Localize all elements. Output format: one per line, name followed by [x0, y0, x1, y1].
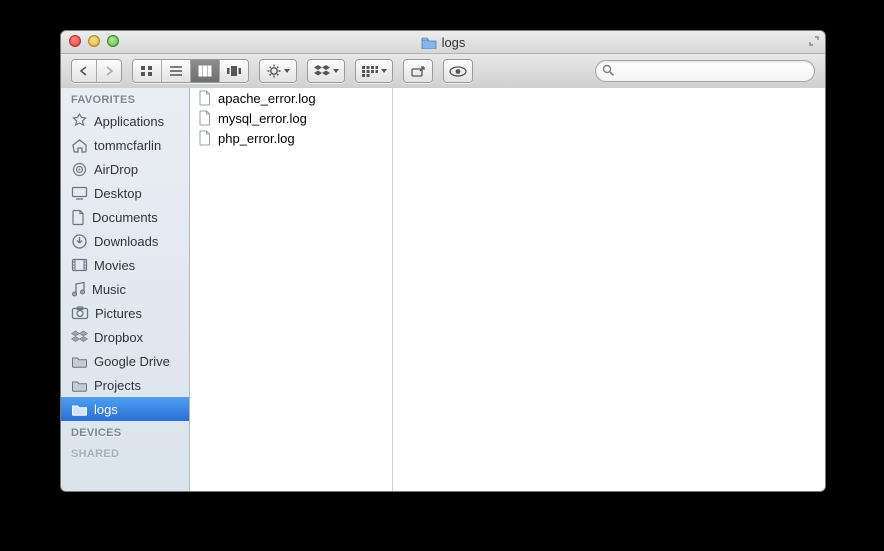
toolbar [61, 54, 825, 89]
home-icon [71, 138, 88, 153]
action-menu[interactable] [259, 59, 297, 83]
dropbox-icon [314, 65, 330, 77]
sidebar-item-google-drive[interactable]: Google Drive [61, 349, 189, 373]
document-icon [198, 130, 212, 146]
sidebar-item-label: Downloads [94, 234, 158, 249]
eye-icon [449, 66, 467, 77]
back-button[interactable] [72, 60, 96, 82]
music-icon [71, 281, 86, 298]
titlebar: logs [61, 31, 825, 54]
sidebar-item-movies[interactable]: Movies [61, 253, 189, 277]
desktop-icon [71, 186, 88, 200]
sidebar-item-applications[interactable]: Applications [61, 109, 189, 133]
zoom-window-button[interactable] [107, 35, 119, 47]
arrange-icon [362, 66, 378, 77]
share-button[interactable] [403, 59, 433, 83]
search-input[interactable] [595, 60, 815, 82]
sidebar-item-label: Music [92, 282, 126, 297]
search-icon [602, 64, 615, 77]
sidebar-item-airdrop[interactable]: AirDrop [61, 157, 189, 181]
columns-icon [198, 65, 212, 77]
sidebar-item-tommcfarlin[interactable]: tommcfarlin [61, 133, 189, 157]
sidebar-item-label: Movies [94, 258, 135, 273]
document-icon [198, 110, 212, 126]
window-title-text: logs [442, 35, 466, 50]
arrange-menu[interactable] [355, 59, 393, 83]
gear-icon [267, 64, 281, 78]
file-column: apache_error.log mysql_error.log php_error… [190, 88, 393, 491]
sidebar-item-label: Desktop [94, 186, 142, 201]
file-name: mysql_error.log [218, 111, 307, 126]
file-name: php_error.log [218, 131, 295, 146]
finder-window: logs [60, 30, 826, 492]
sidebar-item-label: Documents [92, 210, 158, 225]
sidebar-item-dropbox[interactable]: Dropbox [61, 325, 189, 349]
documents-icon [71, 209, 86, 226]
folder-icon [71, 403, 88, 416]
fullscreen-button[interactable] [808, 35, 820, 47]
sidebar-item-label: Projects [94, 378, 141, 393]
view-coverflow-button[interactable] [219, 60, 248, 82]
content-area: FAVORITES Applications tommcfarlin AirDrop… [61, 88, 825, 491]
folder-icon [71, 355, 88, 368]
list-icon [169, 65, 183, 77]
coverflow-icon [226, 65, 242, 77]
view-list-button[interactable] [161, 60, 190, 82]
pictures-icon [71, 306, 89, 320]
nav-controls [71, 59, 122, 83]
sidebar-item-pictures[interactable]: Pictures [61, 301, 189, 325]
sidebar-item-music[interactable]: Music [61, 277, 189, 301]
file-row[interactable]: mysql_error.log [190, 108, 392, 128]
preview-pane [393, 88, 825, 491]
chevron-left-icon [79, 66, 89, 76]
file-row[interactable]: php_error.log [190, 128, 392, 148]
sidebar-item-label: Dropbox [94, 330, 143, 345]
minimize-window-button[interactable] [88, 35, 100, 47]
sidebar-item-label: tommcfarlin [94, 138, 161, 153]
sidebar-item-desktop[interactable]: Desktop [61, 181, 189, 205]
search-field[interactable] [595, 60, 815, 82]
file-row[interactable]: apache_error.log [190, 88, 392, 108]
grid-icon [140, 65, 154, 77]
file-name: apache_error.log [218, 91, 316, 106]
sidebar-item-label: logs [94, 402, 118, 417]
sidebar-item-logs[interactable]: logs [61, 397, 189, 421]
view-icon-button[interactable] [133, 60, 161, 82]
sidebar-item-label: Google Drive [94, 354, 170, 369]
sidebar-item-label: Pictures [95, 306, 142, 321]
window-controls [69, 35, 119, 47]
sidebar-section-devices: DEVICES [61, 421, 189, 442]
sidebar: FAVORITES Applications tommcfarlin AirDrop… [61, 88, 190, 491]
sidebar-item-documents[interactable]: Documents [61, 205, 189, 229]
airdrop-icon [71, 161, 88, 178]
sidebar-section-favorites: FAVORITES [61, 88, 189, 109]
share-icon [411, 65, 425, 77]
sidebar-item-label: AirDrop [94, 162, 138, 177]
document-icon [198, 90, 212, 106]
folder-icon [421, 36, 437, 49]
dropbox-menu[interactable] [307, 59, 345, 83]
sidebar-item-label: Applications [94, 114, 164, 129]
movies-icon [71, 258, 88, 272]
applications-icon [71, 113, 88, 130]
dropbox-icon [71, 330, 88, 344]
view-mode-controls [132, 59, 249, 83]
quicklook-button[interactable] [443, 59, 473, 83]
sidebar-item-projects[interactable]: Projects [61, 373, 189, 397]
forward-button[interactable] [96, 60, 121, 82]
view-column-button[interactable] [190, 60, 219, 82]
folder-icon [71, 379, 88, 392]
downloads-icon [71, 233, 88, 250]
close-window-button[interactable] [69, 35, 81, 47]
window-title: logs [61, 35, 825, 50]
sidebar-section-shared: SHARED [61, 442, 189, 463]
chevron-right-icon [104, 66, 114, 76]
sidebar-item-downloads[interactable]: Downloads [61, 229, 189, 253]
